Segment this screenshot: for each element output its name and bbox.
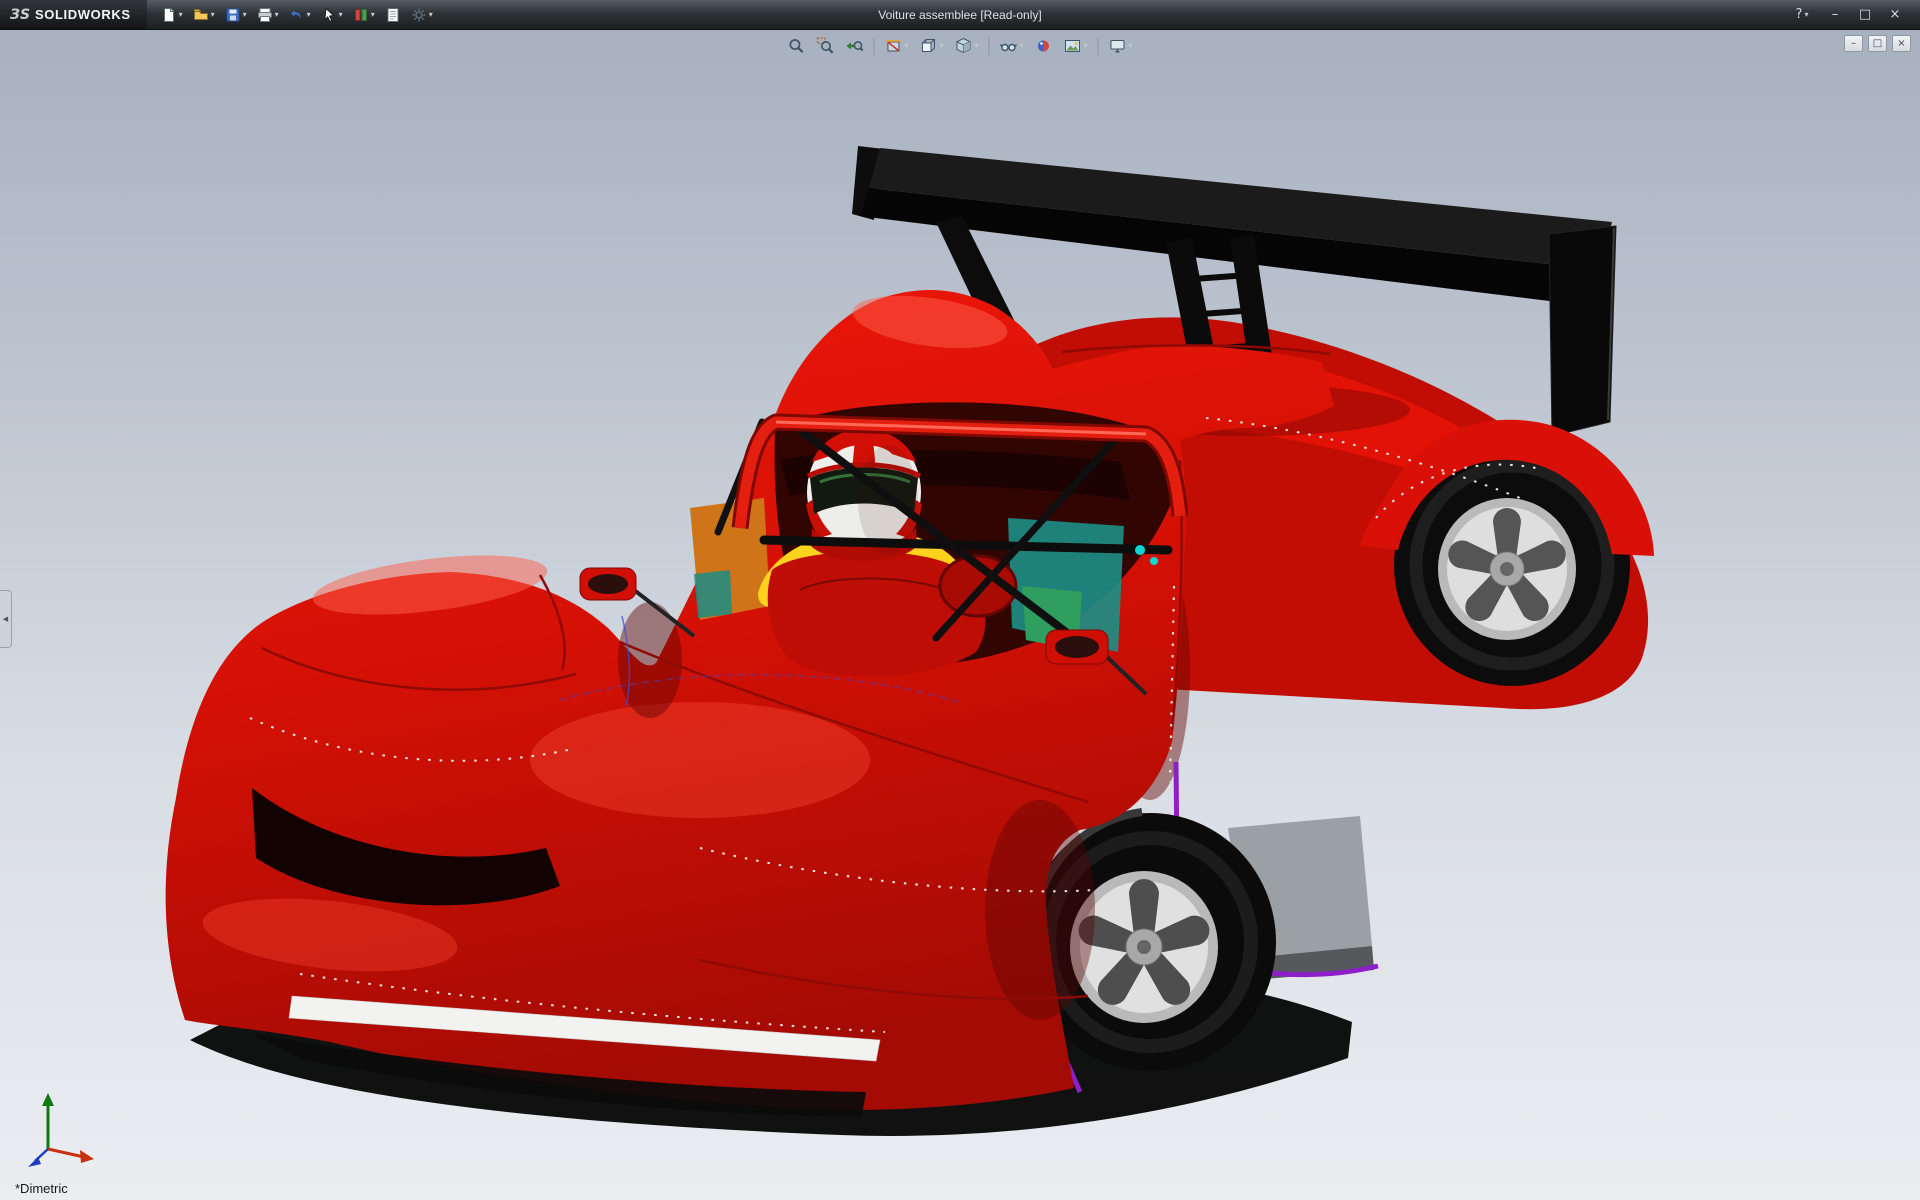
- open-folder-icon: [193, 7, 209, 23]
- solidworks-logo: ЗS SOLIDWORKS: [0, 0, 147, 29]
- window-controls: ? ▾ – □ ×: [1786, 4, 1920, 26]
- shaded-cube-icon: [954, 37, 972, 55]
- task-pane-collapse-tab[interactable]: ◀: [0, 590, 12, 648]
- maximize-icon: □: [1859, 7, 1871, 22]
- previous-view-button[interactable]: [842, 35, 866, 57]
- dropdown-caret[interactable]: ▾: [1804, 11, 1808, 19]
- dropdown-caret[interactable]: ▾: [974, 42, 978, 50]
- new-document-button[interactable]: ▾: [157, 5, 187, 25]
- solidworks-logo-glyph: ЗS: [10, 7, 30, 23]
- close-icon: ×: [1890, 7, 1901, 22]
- dropdown-caret[interactable]: ▾: [275, 11, 279, 19]
- file-properties-icon: [385, 7, 401, 23]
- undo-button[interactable]: ▾: [285, 5, 315, 25]
- view-orientation-label: *Dimetric: [15, 1181, 68, 1196]
- help-button[interactable]: ? ▾: [1786, 4, 1818, 26]
- reference-triad: [22, 1085, 106, 1176]
- x-axis-arrow: [80, 1150, 94, 1163]
- close-icon: ×: [1897, 38, 1905, 49]
- close-button[interactable]: ×: [1882, 4, 1908, 26]
- hide-show-items-button[interactable]: ▾: [997, 35, 1027, 57]
- magnifier-area-icon: [816, 37, 834, 55]
- section-cube-icon: [884, 37, 902, 55]
- dropdown-caret[interactable]: ▾: [904, 42, 908, 50]
- color-ball-icon: [1035, 37, 1053, 55]
- new-document-icon: [161, 7, 177, 23]
- file-properties-button[interactable]: [381, 5, 405, 25]
- zoom-to-fit-button[interactable]: [784, 35, 808, 57]
- cyan-light: [1150, 557, 1158, 565]
- options-button[interactable]: ▾: [407, 5, 437, 25]
- display-style-button[interactable]: ▾: [951, 35, 981, 57]
- solidworks-logo-text: SOLIDWORKS: [35, 7, 131, 22]
- toolbar-separator: [873, 38, 874, 55]
- monitor-icon: [1109, 37, 1127, 55]
- print-button[interactable]: ▾: [253, 5, 283, 25]
- view-settings-button[interactable]: ▾: [1106, 35, 1136, 57]
- rebuild-button[interactable]: ▾: [349, 5, 379, 25]
- magnifier-icon: [787, 37, 805, 55]
- document-minimize-button[interactable]: –: [1844, 35, 1863, 52]
- print-icon: [257, 7, 273, 23]
- save-icon: [225, 7, 241, 23]
- graphics-viewport[interactable]: ▾ ▾ ▾ ▾ ▾: [0, 30, 1920, 1200]
- help-icon: ?: [1796, 7, 1803, 22]
- maximize-button[interactable]: □: [1852, 4, 1878, 26]
- apply-scene-button[interactable]: ▾: [1061, 35, 1091, 57]
- wireframe-cube-icon: [919, 37, 937, 55]
- restore-icon: □: [1873, 38, 1882, 49]
- minimize-icon: –: [1832, 7, 1839, 22]
- dropdown-caret[interactable]: ▾: [339, 11, 343, 19]
- rebuild-icon: [353, 7, 369, 23]
- dropdown-caret[interactable]: ▾: [1084, 42, 1088, 50]
- document-close-button[interactable]: ×: [1892, 35, 1911, 52]
- 3d-model-voiture-assemblee[interactable]: [0, 30, 1920, 1200]
- dropdown-caret[interactable]: ▾: [307, 11, 311, 19]
- open-button[interactable]: ▾: [189, 5, 219, 25]
- toolbar-separator: [1098, 38, 1099, 55]
- scene-photo-icon: [1064, 37, 1082, 55]
- dropdown-caret[interactable]: ▾: [939, 42, 943, 50]
- save-button[interactable]: ▾: [221, 5, 251, 25]
- minimize-icon: –: [1851, 38, 1856, 49]
- zoom-to-area-button[interactable]: [813, 35, 837, 57]
- dropdown-caret[interactable]: ▾: [429, 11, 433, 19]
- toolbar-separator: [989, 38, 990, 55]
- edit-appearance-button[interactable]: [1032, 35, 1056, 57]
- cyan-light: [1135, 545, 1145, 555]
- heads-up-view-toolbar: ▾ ▾ ▾ ▾ ▾: [784, 35, 1135, 57]
- select-button[interactable]: ▾: [317, 5, 347, 25]
- dropdown-caret[interactable]: ▾: [1129, 42, 1133, 50]
- dropdown-caret[interactable]: ▾: [1020, 42, 1024, 50]
- dropdown-caret[interactable]: ▾: [243, 11, 247, 19]
- title-bar: ЗS SOLIDWORKS ▾ ▾ ▾ ▾ ▾: [0, 0, 1920, 30]
- undo-icon: [289, 7, 305, 23]
- standard-toolbar: ▾ ▾ ▾ ▾ ▾ ▾ ▾: [157, 5, 437, 25]
- options-gear-icon: [411, 7, 427, 23]
- dropdown-caret[interactable]: ▾: [211, 11, 215, 19]
- dropdown-caret[interactable]: ▾: [179, 11, 183, 19]
- collapse-arrow-icon: ◀: [3, 615, 8, 623]
- magnifier-back-icon: [845, 37, 863, 55]
- dropdown-caret[interactable]: ▾: [371, 11, 375, 19]
- document-restore-button[interactable]: □: [1868, 35, 1887, 52]
- select-cursor-icon: [321, 7, 337, 23]
- eyeglasses-icon: [1000, 37, 1018, 55]
- document-window-controls: – □ ×: [1844, 35, 1911, 52]
- section-view-button[interactable]: ▾: [881, 35, 911, 57]
- minimize-button[interactable]: –: [1822, 4, 1848, 26]
- view-orientation-button[interactable]: ▾: [916, 35, 946, 57]
- y-axis-arrow: [42, 1093, 54, 1106]
- solidworks-window: ЗS SOLIDWORKS ▾ ▾ ▾ ▾ ▾: [0, 0, 1920, 1200]
